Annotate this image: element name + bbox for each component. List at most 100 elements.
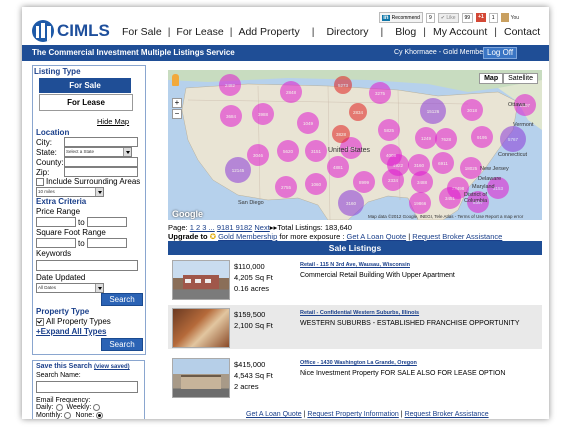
- map-cluster-marker[interactable]: 3684: [220, 105, 242, 127]
- map-cluster-marker[interactable]: 3488: [411, 171, 433, 193]
- map-cluster-marker[interactable]: 8999: [353, 171, 375, 193]
- pegman-icon[interactable]: [172, 74, 179, 86]
- sqft-min-input[interactable]: [36, 238, 76, 248]
- gplus-button[interactable]: +1: [476, 13, 486, 22]
- nav-separator: |: [380, 26, 384, 38]
- upgrade-bar: Upgrade to ✪ Gold Membership for more ex…: [168, 232, 502, 241]
- map-cluster-marker[interactable]: 1060: [305, 173, 327, 195]
- city-label: City:: [36, 137, 52, 147]
- all-types-checkbox[interactable]: [36, 317, 44, 326]
- nav-for-sale[interactable]: For Sale: [122, 26, 162, 38]
- map-cluster-marker[interactable]: 2848: [280, 81, 302, 103]
- nav-add-property[interactable]: Add Property: [238, 26, 299, 38]
- broker-assistance-link[interactable]: Request Broker Assistance: [412, 232, 502, 241]
- map-cluster-marker[interactable]: 15126: [420, 98, 446, 124]
- map-type-map-button[interactable]: Map: [479, 73, 504, 84]
- map-cluster-marker[interactable]: 1049: [297, 112, 319, 134]
- map-cluster-count: 4881: [332, 164, 343, 170]
- nav-directory[interactable]: Directory: [326, 26, 368, 38]
- listing-photo[interactable]: [172, 260, 230, 300]
- map-cluster-marker[interactable]: 3018: [461, 99, 483, 121]
- gold-membership-link[interactable]: Gold Membership: [218, 232, 277, 241]
- map-cluster-marker[interactable]: 3151: [305, 140, 327, 162]
- last-page-links[interactable]: 9181 9182: [217, 223, 252, 232]
- nav-blog[interactable]: Blog: [395, 26, 416, 38]
- map-cluster-marker[interactable]: 4881: [327, 156, 349, 178]
- zip-input[interactable]: [64, 167, 138, 177]
- hide-map-link[interactable]: Hide Map: [97, 117, 129, 126]
- search-button-bottom[interactable]: Search: [101, 338, 143, 351]
- map-cluster-marker[interactable]: 5620: [277, 140, 299, 162]
- sqft-max-input[interactable]: [86, 238, 127, 248]
- county-input[interactable]: [64, 157, 138, 167]
- monthly-radio[interactable]: [64, 412, 72, 419]
- map-cluster-marker[interactable]: 7628: [435, 128, 457, 150]
- map-cluster-count: 5273: [337, 82, 348, 88]
- for-sale-button[interactable]: For Sale: [39, 78, 131, 93]
- map-cluster-marker[interactable]: 2834: [349, 103, 367, 121]
- zoom-in-button[interactable]: +: [172, 98, 182, 108]
- listing-row[interactable]: $159,500 2,100 Sq Ft Retail - Confidenti…: [168, 305, 542, 349]
- radius-select[interactable]: 10 miles: [36, 187, 104, 197]
- view-saved-link[interactable]: (view saved): [94, 364, 130, 370]
- linkedin-recommend-button[interactable]: in Recommend: [379, 12, 423, 23]
- footer-property-info-link[interactable]: Request Property Information: [307, 411, 398, 418]
- keywords-input[interactable]: [36, 260, 138, 271]
- like-button[interactable]: ✔ Like: [437, 12, 459, 23]
- map-cluster-marker[interactable]: 3160: [338, 190, 364, 216]
- map-cluster-marker[interactable]: 19866: [409, 192, 431, 214]
- map-cluster-marker[interactable]: 5767: [500, 126, 526, 152]
- city-input[interactable]: [64, 137, 138, 147]
- map-cluster-marker[interactable]: 3988: [252, 103, 274, 125]
- map-cluster-marker[interactable]: 12145: [225, 157, 251, 183]
- map-cluster-marker[interactable]: 5825: [378, 119, 400, 141]
- price-min-input[interactable]: [36, 217, 76, 227]
- map-cluster-marker[interactable]: 2482: [219, 74, 241, 96]
- map-cluster-count: 2834: [352, 109, 363, 115]
- listings-map[interactable]: + − Map Satellite 2482 2848 5273 3275 3684 39…: [168, 70, 542, 220]
- surrounding-checkbox[interactable]: [36, 177, 44, 186]
- map-cluster-marker[interactable]: 6911: [432, 152, 454, 174]
- map-type-satellite-button[interactable]: Satellite: [503, 73, 538, 84]
- listing-row[interactable]: $415,000 4,543 Sq Ft 2 acres Office - 14…: [168, 355, 542, 399]
- date-select[interactable]: All Dates: [36, 283, 104, 293]
- you-profile[interactable]: You: [500, 13, 519, 22]
- listing-title-link[interactable]: Retail - Confidential Western Suburbs, I…: [300, 310, 419, 316]
- footer-loan-quote-link[interactable]: Get A Loan Quote: [246, 411, 302, 418]
- search-button[interactable]: Search: [101, 293, 143, 306]
- map-cluster-marker[interactable]: 3828: [332, 125, 350, 143]
- nav-for-lease[interactable]: For Lease: [176, 26, 223, 38]
- listing-title-link[interactable]: Retail - 115 N 3rd Ave, Wausau, Wisconsi…: [300, 262, 410, 268]
- zoom-out-button[interactable]: −: [172, 109, 182, 119]
- map-cluster-marker[interactable]: 5273: [334, 76, 352, 94]
- search-name-input[interactable]: [36, 381, 138, 393]
- next-page-link[interactable]: Next: [254, 223, 269, 232]
- map-cluster-marker[interactable]: 3275: [369, 82, 391, 104]
- none-radio[interactable]: [96, 412, 104, 419]
- map-cluster-count: 1060: [310, 181, 321, 187]
- daily-radio[interactable]: [55, 404, 63, 411]
- listing-photo[interactable]: [172, 358, 230, 398]
- state-select[interactable]: Select a State: [64, 147, 132, 157]
- map-cluster-marker[interactable]: 2334: [382, 169, 404, 191]
- listing-title-link[interactable]: Office - 1430 Washington La Grande, Oreg…: [300, 360, 417, 366]
- page-links[interactable]: 1 2 3 ...: [190, 223, 215, 232]
- map-cluster-marker[interactable]: 9195: [471, 126, 493, 148]
- map-cluster-marker[interactable]: 4008: [380, 144, 402, 166]
- cimls-logo[interactable]: CIMLS: [32, 20, 110, 42]
- listing-photo[interactable]: [172, 308, 230, 348]
- logoff-button[interactable]: Log Off: [483, 47, 518, 59]
- nav-contact[interactable]: Contact: [504, 26, 540, 38]
- map-cluster-marker[interactable]: 2755: [275, 176, 297, 198]
- expand-all-types-link[interactable]: +Expand All Types: [36, 327, 106, 336]
- footer-broker-assistance-link[interactable]: Request Broker Assistance: [405, 411, 489, 418]
- listing-row[interactable]: $110,000 4,205 Sq Ft 0.16 acres Retail -…: [168, 257, 542, 301]
- nav-my-account[interactable]: My Account: [433, 26, 487, 38]
- map-cluster-marker[interactable]: 1249: [415, 127, 437, 149]
- loan-quote-link[interactable]: Get A Loan Quote: [347, 232, 407, 241]
- map-cluster-marker[interactable]: 3046: [247, 144, 269, 166]
- map-cluster-marker[interactable]: 3451: [439, 187, 461, 209]
- for-lease-button[interactable]: For Lease: [39, 94, 133, 111]
- price-max-input[interactable]: [86, 217, 127, 227]
- weekly-radio[interactable]: [93, 404, 101, 411]
